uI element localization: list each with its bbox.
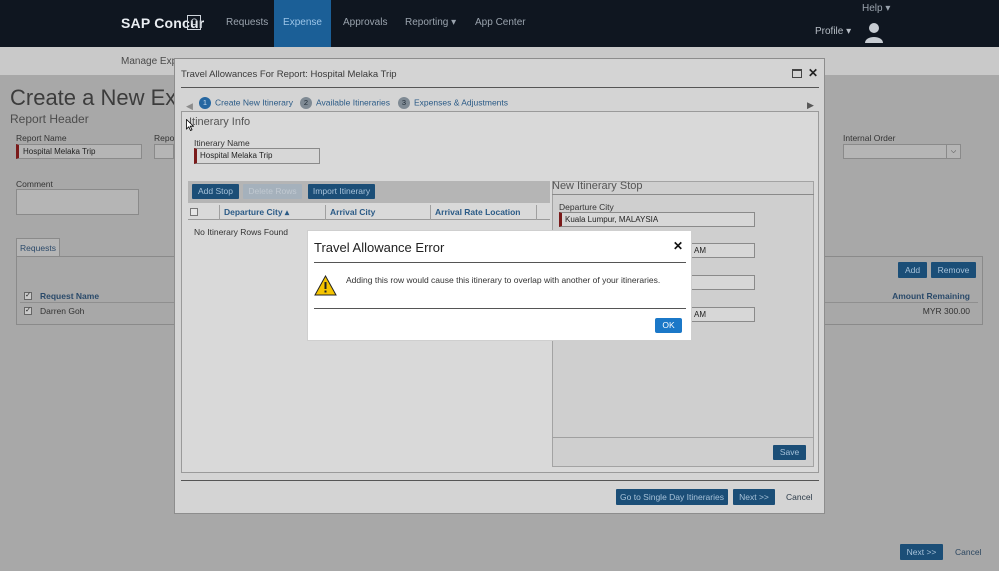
itinerary-name-label: Itinerary Name	[194, 138, 250, 148]
avatar-icon[interactable]	[864, 21, 884, 43]
step-available-itineraries[interactable]: 2 Available Itineraries	[300, 96, 390, 110]
itinerary-grid-header: Departure City ▴ Arrival City Arrival Ra…	[188, 205, 550, 220]
report-name-label: Report Name	[16, 133, 67, 143]
error-footer-divider	[314, 308, 686, 309]
nav-item-approvals[interactable]: Approvals	[331, 0, 399, 47]
departure-city-field[interactable]: Kuala Lumpur, MALAYSIA	[559, 212, 755, 227]
step-number: 2	[300, 96, 312, 109]
step-label: Create New Itinerary	[215, 97, 293, 108]
step-next-icon[interactable]: ▶	[807, 100, 814, 111]
maximize-icon[interactable]	[792, 69, 802, 78]
page-title: Create a New Expe	[10, 85, 201, 110]
step-label: Expenses & Adjustments	[414, 97, 509, 108]
step-create-itinerary[interactable]: 1 Create New Itinerary	[199, 96, 293, 110]
itinerary-info-title: Itinerary Info	[189, 116, 251, 128]
itinerary-name-field[interactable]: Hospital Melaka Trip	[194, 148, 320, 164]
report-label-partial: Repo	[154, 133, 175, 143]
modal-cancel-link[interactable]: Cancel	[786, 492, 812, 502]
tab-requests[interactable]: Requests	[16, 238, 60, 257]
report-partial-field[interactable]	[154, 144, 174, 159]
step-number: 3	[398, 96, 410, 109]
close-icon[interactable]: ✕	[808, 66, 818, 80]
new-stop-divider	[552, 194, 814, 195]
step-number: 1	[199, 96, 211, 109]
col-departure-city[interactable]: Departure City ▴	[219, 205, 324, 220]
nav-item-expense[interactable]: Expense	[274, 0, 331, 47]
select-all-checkbox[interactable]	[190, 208, 198, 216]
modal-footer-divider	[181, 480, 819, 481]
row-request-name: Darren Goh	[40, 306, 85, 316]
error-message: Adding this row would cause this itinera…	[346, 275, 661, 285]
departure-city-label: Departure City	[559, 202, 614, 212]
close-icon[interactable]: ✕	[673, 239, 683, 253]
new-stop-title: New Itinerary Stop	[552, 180, 643, 192]
error-dialog-title: Travel Allowance Error	[314, 240, 445, 255]
mouse-cursor-icon	[186, 119, 194, 131]
report-name-field[interactable]: Hospital Melaka Trip	[16, 144, 142, 159]
col-amount-remaining[interactable]: Amount Remaining	[892, 291, 970, 301]
step-label: Available Itineraries	[316, 97, 391, 108]
nav-item-reporting[interactable]: Reporting ▾	[393, 0, 468, 47]
chevron-down-icon[interactable]: ⌵	[946, 144, 960, 159]
modal-title: Travel Allowances For Report: Hospital M…	[181, 69, 397, 80]
nav-item-app-center[interactable]: App Center	[463, 0, 538, 47]
error-dialog: Travel Allowance Error ✕ Adding this row…	[307, 230, 692, 341]
modal-next-button[interactable]: Next >>	[733, 489, 775, 505]
internal-order-select[interactable]: ⌵	[843, 144, 961, 159]
row-amount-remaining: MYR 300.00	[922, 306, 970, 316]
go-single-day-button[interactable]: Go to Single Day Itineraries	[616, 489, 728, 505]
col-arrival-city[interactable]: Arrival City	[325, 205, 430, 220]
page-cancel-link[interactable]: Cancel	[955, 547, 981, 557]
empty-rows-message: No Itinerary Rows Found	[194, 227, 289, 237]
logo-mark: C	[187, 15, 201, 30]
select-all-checkbox[interactable]: ✓	[24, 292, 32, 300]
error-title-divider	[314, 262, 686, 263]
comment-field[interactable]	[16, 189, 139, 215]
add-stop-button[interactable]: Add Stop	[192, 184, 239, 199]
delete-rows-button[interactable]: Delete Rows	[243, 184, 302, 199]
profile-menu[interactable]: Profile ▾	[815, 26, 851, 37]
col-request-name[interactable]: Request Name	[40, 291, 99, 301]
remove-request-button[interactable]: Remove	[931, 262, 976, 278]
top-nav: SAP Concur C Requests Expense Approvals …	[0, 0, 999, 47]
import-itinerary-button[interactable]: Import Itinerary	[308, 184, 375, 199]
row-checkbox[interactable]: ✓	[24, 307, 32, 315]
comment-label: Comment	[16, 179, 53, 189]
report-header-title: Report Header	[10, 112, 89, 126]
save-stop-button[interactable]: Save	[773, 445, 806, 460]
ok-button[interactable]: OK	[655, 318, 682, 333]
add-request-button[interactable]: Add	[898, 262, 927, 278]
internal-order-label: Internal Order	[843, 133, 896, 143]
page-next-button[interactable]: Next >>	[900, 544, 943, 560]
warning-icon	[314, 275, 337, 296]
col-arrival-rate-location[interactable]: Arrival Rate Location	[430, 205, 535, 220]
modal-title-divider	[181, 87, 819, 88]
step-expenses-adjustments[interactable]: 3 Expenses & Adjustments	[398, 96, 508, 110]
help-menu[interactable]: Help ▾	[862, 3, 890, 14]
nav-item-requests[interactable]: Requests	[214, 0, 280, 47]
col-extra	[536, 205, 550, 220]
new-stop-footer-divider	[552, 437, 814, 438]
